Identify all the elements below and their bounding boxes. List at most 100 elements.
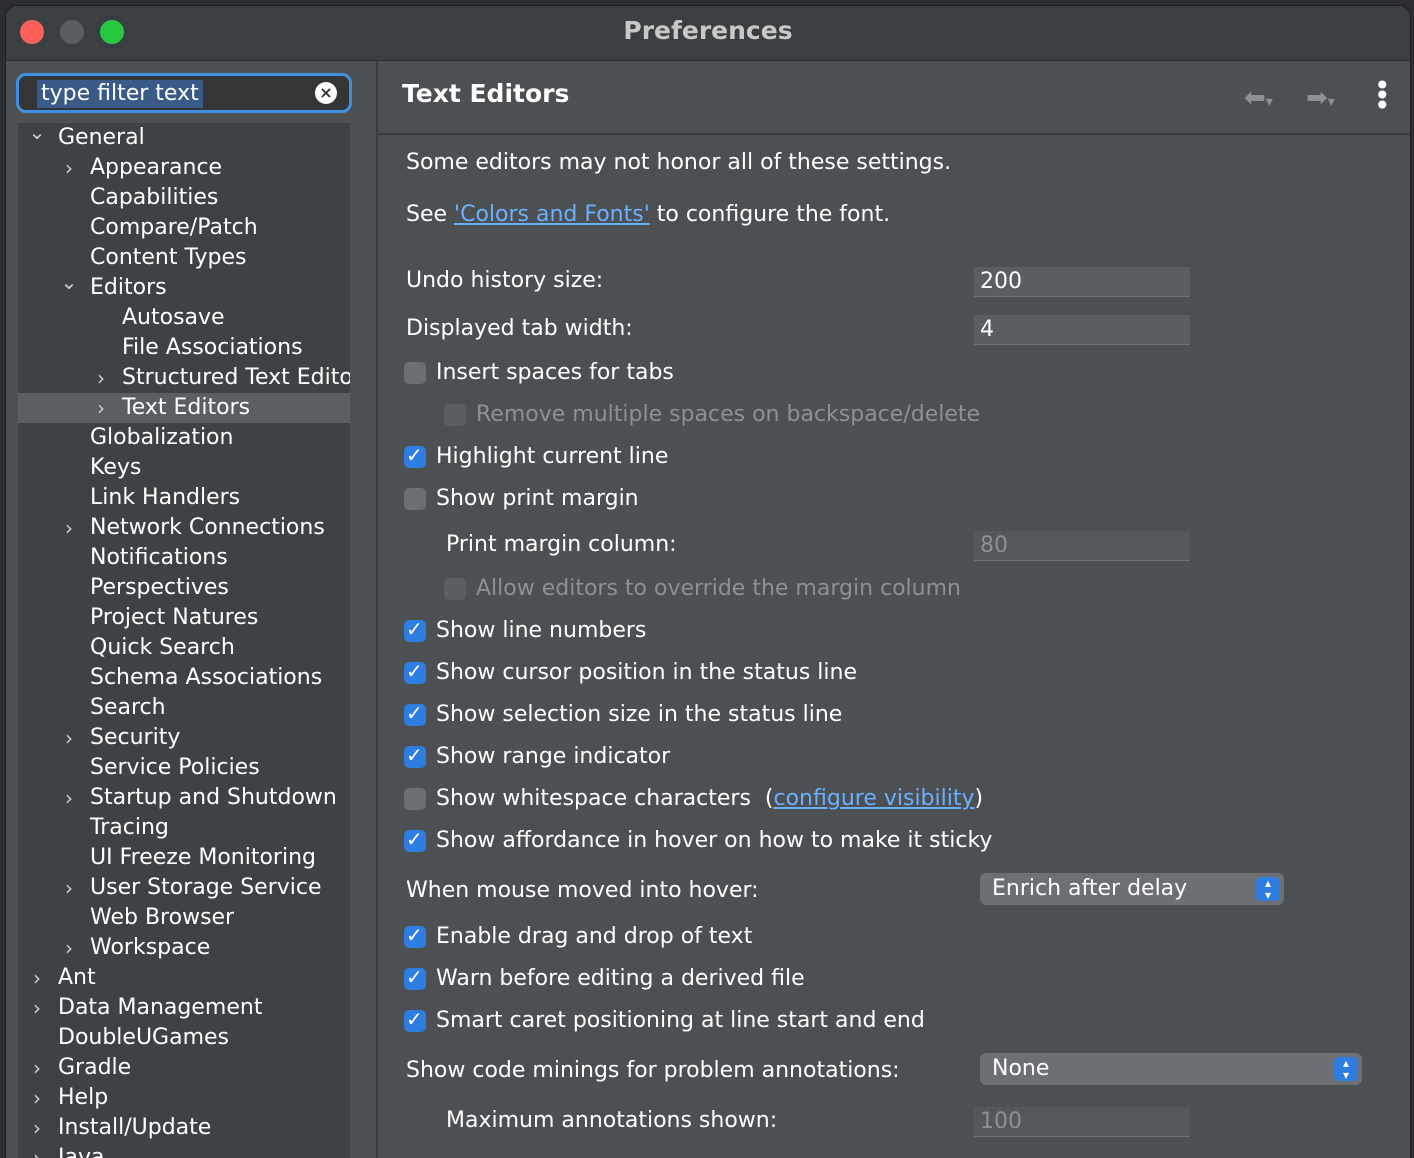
tree-item-label: Service Policies [90,755,260,780]
clear-filter-icon[interactable]: × [315,82,337,104]
colors-and-fonts-link[interactable]: 'Colors and Fonts' [454,202,650,227]
tree-item[interactable]: › Help [18,1083,350,1113]
tree-item[interactable]: ⌄ General [18,123,350,153]
tree-item[interactable]: Notifications [18,543,350,573]
tree-item[interactable]: Capabilities [18,183,350,213]
tree-item[interactable]: UI Freeze Monitoring [18,843,350,873]
tree-item-label: Appearance [90,155,223,180]
tree-item[interactable]: Search [18,693,350,723]
chevron-right-icon[interactable]: › [60,153,78,183]
tree-item[interactable]: File Associations [18,333,350,363]
print-margin-checkbox[interactable] [404,488,426,510]
tree-item-label: User Storage Service [90,875,322,900]
remove-spaces-checkbox[interactable] [444,404,466,426]
smart-caret-checkbox[interactable] [404,1007,426,1032]
back-arrow-icon[interactable]: ⬅▾ [1244,83,1273,113]
tree-item-label: Text Editors [122,395,251,420]
chevron-right-icon[interactable]: › [28,963,46,993]
chevron-right-icon[interactable]: › [60,873,78,903]
tree-item-label: Perspectives [90,575,229,600]
tree-item[interactable]: ⌄ Editors [18,270,350,303]
tree-item[interactable]: › Data Management [18,993,350,1023]
smart-caret-label: Smart caret positioning at line start an… [436,1008,925,1033]
print-margin-column-input[interactable]: 80 [974,531,1190,561]
tree-item[interactable]: › Appearance [18,153,350,183]
chevron-right-icon[interactable]: › [60,933,78,963]
chevron-right-icon[interactable]: › [60,783,78,813]
line-numbers-checkbox[interactable] [404,617,426,642]
tree-item[interactable]: Compare/Patch [18,213,350,243]
selection-size-checkbox[interactable] [404,701,426,726]
drag-drop-checkbox[interactable] [404,923,426,948]
tree-item[interactable]: › Security [18,723,350,753]
tree-item[interactable]: Web Browser [18,903,350,933]
tree-item-label: Help [58,1085,109,1110]
undo-history-label: Undo history size: [406,268,604,293]
max-annotations-label: Maximum annotations shown: [446,1108,778,1133]
tree-item[interactable]: Schema Associations [18,663,350,693]
tree-item-label: Security [90,725,181,750]
tree-item[interactable]: › Text Editors [18,393,350,423]
chevron-right-icon[interactable]: › [28,993,46,1023]
page-title: Text Editors [402,79,570,108]
tree-item-label: General [58,125,145,150]
tree-item-label: Project Natures [90,605,259,630]
configure-visibility-link[interactable]: configure visibility [774,786,975,811]
tree-item[interactable]: › Startup and Shutdown [18,783,350,813]
chevron-right-icon[interactable]: › [92,363,110,393]
tree-item-label: Keys [90,455,142,480]
hover-select[interactable]: Enrich after delay ▴ ▾ [980,873,1284,905]
insert-spaces-checkbox[interactable] [404,362,426,384]
chevron-right-icon[interactable]: › [28,1143,46,1158]
chevron-right-icon[interactable]: › [60,723,78,753]
tab-width-input[interactable]: 4 [974,315,1190,345]
tree-item[interactable]: Autosave [18,303,350,333]
forward-arrow-icon[interactable]: ➡▾ [1306,83,1335,113]
tree-item[interactable]: Quick Search [18,633,350,663]
warn-derived-checkbox[interactable] [404,965,426,990]
tree-item[interactable]: Tracing [18,813,350,843]
tree-item[interactable]: Keys [18,453,350,483]
tree-item[interactable]: DoubleUGames [18,1023,350,1053]
tree-item[interactable]: › Structured Text Editor [18,363,350,393]
cursor-position-checkbox[interactable] [404,659,426,684]
max-annotations-input[interactable]: 100 [974,1107,1190,1137]
chevron-right-icon[interactable]: › [28,1083,46,1113]
tree-item[interactable]: › Java [18,1143,350,1158]
intro-text: Some editors may not honor all of these … [406,150,952,175]
filter-field[interactable]: type filter text × [16,73,352,113]
chevron-right-icon[interactable]: › [92,393,110,423]
tree-item[interactable]: › Install/Update [18,1113,350,1143]
tree-item[interactable]: Service Policies [18,753,350,783]
chevron-right-icon[interactable]: › [60,513,78,543]
preference-page: Text Editors ⬅▾ ➡▾ • • • Some editors may … [378,61,1410,1158]
tree-item-label: Autosave [122,305,225,330]
range-indicator-checkbox[interactable] [404,743,426,768]
view-menu-icon[interactable]: • • • [1374,72,1391,120]
updown-chevron-icon: ▴ ▾ [1256,877,1280,901]
filter-input[interactable]: type filter text [37,80,203,108]
chevron-down-icon[interactable]: ⌄ [60,267,78,297]
tree-item[interactable]: › Workspace [18,933,350,963]
tree-item[interactable]: Globalization [18,423,350,453]
whitespace-checkbox[interactable] [404,788,426,810]
affordance-checkbox[interactable] [404,827,426,852]
tree-item[interactable]: Perspectives [18,573,350,603]
tree-item[interactable]: › Gradle [18,1053,350,1083]
tree-item[interactable]: Project Natures [18,603,350,633]
code-minings-select[interactable]: None ▴ ▾ [980,1053,1362,1085]
tree-item[interactable]: › User Storage Service [18,873,350,903]
tree-item[interactable]: › Ant [18,963,350,993]
tree-item-label: Quick Search [90,635,235,660]
highlight-line-label: Highlight current line [436,444,669,469]
undo-history-input[interactable]: 200 [974,267,1190,297]
chevron-down-icon[interactable]: ⌄ [28,123,46,147]
affordance-label: Show affordance in hover on how to make … [436,828,993,853]
chevron-right-icon[interactable]: › [28,1053,46,1083]
allow-override-checkbox[interactable] [444,578,466,600]
highlight-line-checkbox[interactable] [404,443,426,468]
chevron-right-icon[interactable]: › [28,1113,46,1143]
updown-chevron-icon: ▴ ▾ [1334,1057,1358,1081]
tree-item[interactable]: Link Handlers [18,483,350,513]
tree-item[interactable]: › Network Connections [18,513,350,543]
